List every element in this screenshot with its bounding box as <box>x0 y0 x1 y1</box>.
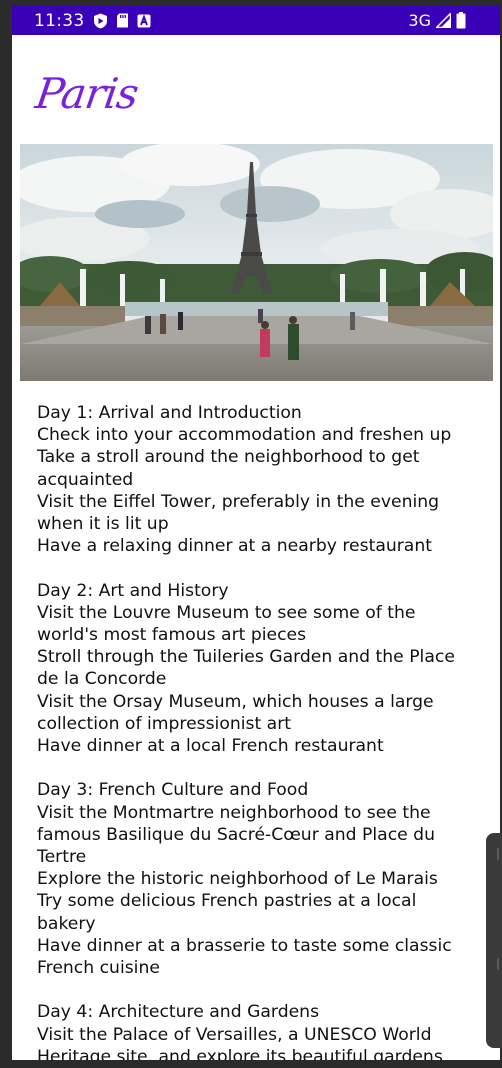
day-block: Day 1: Arrival and Introduction Check in… <box>37 402 477 557</box>
status-bar-left: 11:33 <box>12 11 151 31</box>
a-badge-icon <box>137 13 151 28</box>
itinerary-item: Check into your accommodation and freshe… <box>37 425 452 446</box>
app-screen: Paris Day 1: Arrival and Introduction Ch… <box>12 35 500 1060</box>
itinerary-item: Take a stroll around the neighborhood to… <box>37 447 420 490</box>
bottom-frame <box>0 1060 502 1068</box>
signal-icon <box>436 13 451 28</box>
day-heading: Day 4: Architecture and Gardens <box>37 1002 320 1023</box>
day-block: Day 3: French Culture and Food Visit the… <box>37 779 477 979</box>
itinerary-item: Try some delicious French pastries at a … <box>37 891 417 934</box>
itinerary-item: Have dinner at a brasserie to taste some… <box>37 935 452 979</box>
sd-card-icon <box>116 13 129 28</box>
itinerary-text: Day 1: Arrival and Introduction Check in… <box>37 402 477 1060</box>
itinerary-item: Have dinner at a local French restaurant <box>37 736 384 757</box>
day-block: Day 4: Architecture and Gardens Visit th… <box>37 1001 477 1060</box>
device-frame: 11:33 3G Paris Day 1: Arrival and Introd… <box>0 0 502 1068</box>
scroll-grip-mark <box>497 958 499 970</box>
itinerary-item: Visit the Orsay Museum, which houses a l… <box>37 691 434 734</box>
itinerary-item: Visit the Louvre Museum to see some of t… <box>37 602 416 646</box>
day-heading: Day 3: French Culture and Food <box>37 780 309 801</box>
itinerary-item: Visit the Palace of Versailles, a UNESCO… <box>37 1024 443 1060</box>
page-title: Paris <box>32 69 141 118</box>
itinerary-item: Visit the Eiffel Tower, preferably in th… <box>37 491 440 535</box>
itinerary-item: Visit the Montmartre neighborhood to see… <box>37 802 435 868</box>
status-time: 11:33 <box>34 10 85 31</box>
itinerary-item: Explore the historic neighborhood of Le … <box>37 869 438 890</box>
status-bar-right: 3G <box>408 11 500 30</box>
status-bar: 11:33 3G <box>12 6 500 35</box>
network-type: 3G <box>408 11 431 30</box>
day-heading: Day 1: Arrival and Introduction <box>37 403 302 423</box>
side-scroll-handle[interactable] <box>486 833 502 1048</box>
eiffel-tower-photo <box>20 144 493 381</box>
itinerary-item: Stroll through the Tuileries Garden and … <box>37 647 455 690</box>
shield-play-icon <box>93 13 108 29</box>
day-block: Day 2: Art and History Visit the Louvre … <box>37 580 477 758</box>
battery-icon <box>456 12 466 29</box>
day-heading: Day 2: Art and History <box>37 580 229 601</box>
itinerary-item: Have a relaxing dinner at a nearby resta… <box>37 536 432 557</box>
scroll-grip-mark <box>497 848 499 860</box>
